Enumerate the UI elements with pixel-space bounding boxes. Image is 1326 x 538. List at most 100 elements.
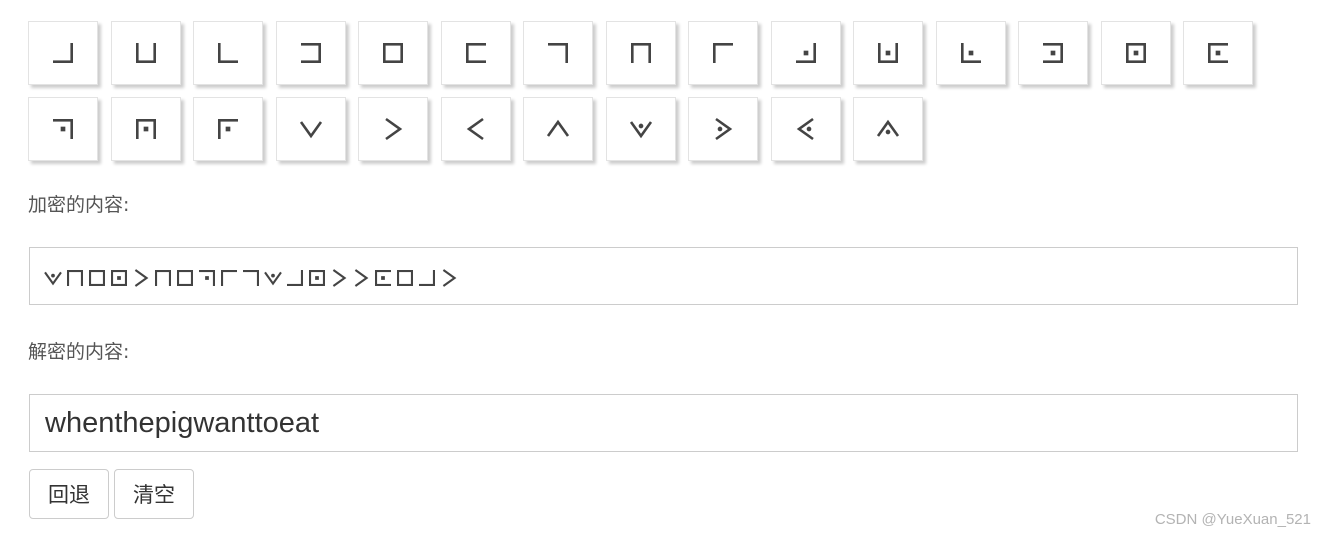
i-symbol-glyph bbox=[713, 43, 733, 63]
h-symbol-glyph bbox=[630, 43, 651, 63]
key-l[interactable] bbox=[935, 21, 1006, 85]
y-symbol-icon bbox=[796, 117, 814, 141]
s-symbol-icon bbox=[299, 121, 322, 139]
a-symbol-glyph bbox=[53, 43, 73, 63]
key-v[interactable] bbox=[523, 97, 593, 161]
key-i[interactable] bbox=[688, 21, 758, 85]
x-symbol-glyph bbox=[715, 117, 733, 141]
g-symbol-glyph bbox=[548, 43, 568, 63]
a-symbol-glyph bbox=[287, 270, 303, 286]
v-symbol-icon bbox=[546, 119, 570, 137]
key-e[interactable] bbox=[358, 21, 428, 85]
key-h[interactable] bbox=[605, 21, 676, 85]
a-symbol-icon bbox=[53, 43, 73, 63]
m-symbol-glyph bbox=[1043, 43, 1063, 63]
i-symbol-glyph bbox=[221, 270, 237, 286]
d-symbol-icon bbox=[300, 43, 321, 63]
key-p[interactable] bbox=[28, 97, 98, 161]
decrypted-input[interactable] bbox=[30, 395, 1297, 451]
p-symbol-icon bbox=[53, 119, 73, 139]
z-symbol-glyph bbox=[876, 119, 900, 137]
key-c[interactable] bbox=[193, 21, 263, 85]
o-symbol-glyph bbox=[1208, 43, 1228, 63]
b-symbol-icon bbox=[135, 43, 156, 63]
t-symbol-icon bbox=[385, 117, 403, 141]
h-symbol-glyph bbox=[67, 270, 83, 286]
l-symbol-glyph bbox=[960, 43, 981, 63]
f-symbol-icon bbox=[465, 43, 486, 63]
z-symbol-icon bbox=[876, 119, 900, 137]
n-symbol-glyph bbox=[1125, 43, 1146, 63]
key-f[interactable] bbox=[440, 21, 511, 85]
w-symbol-glyph bbox=[629, 121, 652, 139]
key-s[interactable] bbox=[275, 97, 346, 161]
r-symbol-glyph bbox=[218, 119, 238, 139]
t-symbol-glyph bbox=[442, 269, 457, 287]
q-symbol-icon bbox=[135, 119, 156, 139]
key-o[interactable] bbox=[1183, 21, 1253, 85]
encrypted-label: 加密的内容: bbox=[28, 194, 130, 216]
e-symbol-glyph bbox=[397, 270, 413, 286]
i-symbol-icon bbox=[713, 43, 733, 63]
decrypted-label: 解密的内容: bbox=[28, 341, 130, 363]
key-g[interactable] bbox=[523, 21, 593, 85]
key-x[interactable] bbox=[688, 97, 758, 161]
m-symbol-icon bbox=[1043, 43, 1063, 63]
h-symbol-glyph bbox=[155, 270, 171, 286]
key-y[interactable] bbox=[770, 97, 841, 161]
key-r[interactable] bbox=[193, 97, 263, 161]
j-symbol-glyph bbox=[795, 43, 816, 63]
key-q[interactable] bbox=[110, 97, 181, 161]
clear-button[interactable]: 清空 bbox=[114, 469, 194, 519]
key-d[interactable] bbox=[275, 21, 346, 85]
b-symbol-glyph bbox=[135, 43, 156, 63]
k-symbol-glyph bbox=[878, 43, 898, 63]
q-symbol-glyph bbox=[135, 119, 156, 139]
o-symbol-glyph bbox=[375, 270, 391, 286]
a-symbol-glyph bbox=[419, 270, 435, 286]
e-symbol-glyph bbox=[89, 270, 105, 286]
s-symbol-glyph bbox=[299, 121, 322, 139]
p-symbol-glyph bbox=[199, 270, 215, 286]
w-symbol-glyph bbox=[44, 271, 62, 286]
key-m[interactable] bbox=[1018, 21, 1088, 85]
key-w[interactable] bbox=[605, 97, 676, 161]
key-k[interactable] bbox=[853, 21, 923, 85]
cipher-keypad bbox=[0, 0, 1326, 170]
key-j[interactable] bbox=[770, 21, 841, 85]
e-symbol-glyph bbox=[383, 43, 403, 63]
back-button[interactable]: 回退 bbox=[29, 469, 109, 519]
e-symbol-icon bbox=[383, 43, 403, 63]
u-symbol-icon bbox=[466, 117, 484, 141]
h-symbol-icon bbox=[630, 43, 651, 63]
t-symbol-glyph bbox=[354, 269, 369, 287]
t-symbol-glyph bbox=[332, 269, 347, 287]
n-symbol-glyph bbox=[111, 270, 127, 286]
o-symbol-icon bbox=[1208, 43, 1228, 63]
decrypted-field[interactable] bbox=[29, 394, 1298, 452]
u-symbol-glyph bbox=[466, 117, 484, 141]
f-symbol-glyph bbox=[465, 43, 486, 63]
j-symbol-icon bbox=[795, 43, 816, 63]
w-symbol-glyph bbox=[264, 271, 282, 286]
n-symbol-glyph bbox=[309, 270, 325, 286]
k-symbol-icon bbox=[878, 43, 898, 63]
t-symbol-glyph bbox=[134, 269, 149, 287]
watermark: CSDN @YueXuan_521 bbox=[1154, 511, 1311, 528]
key-u[interactable] bbox=[440, 97, 511, 161]
y-symbol-glyph bbox=[796, 117, 814, 141]
w-symbol-icon bbox=[629, 121, 652, 139]
v-symbol-glyph bbox=[546, 119, 570, 137]
p-symbol-glyph bbox=[53, 119, 73, 139]
g-symbol-icon bbox=[548, 43, 568, 63]
c-symbol-icon bbox=[218, 43, 238, 63]
key-b[interactable] bbox=[110, 21, 181, 85]
e-symbol-glyph bbox=[177, 270, 193, 286]
key-a[interactable] bbox=[28, 21, 98, 85]
t-symbol-glyph bbox=[385, 117, 403, 141]
key-t[interactable] bbox=[358, 97, 428, 161]
key-z[interactable] bbox=[853, 97, 923, 161]
encrypted-display[interactable] bbox=[29, 247, 1298, 305]
key-n[interactable] bbox=[1100, 21, 1171, 85]
c-symbol-glyph bbox=[218, 43, 238, 63]
